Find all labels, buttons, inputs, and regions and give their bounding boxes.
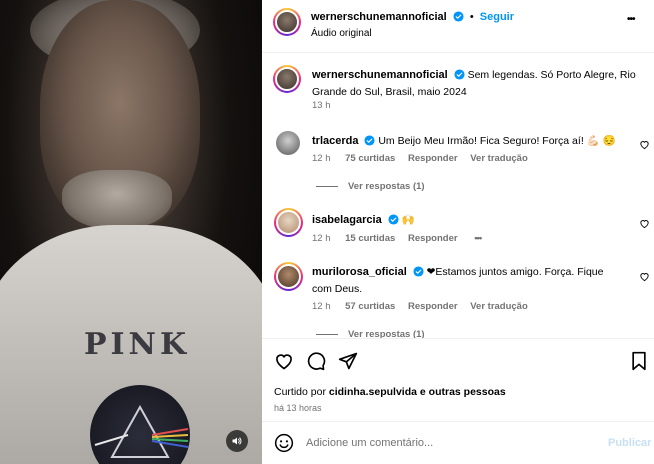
reply-button[interactable]: Responder — [408, 301, 458, 312]
caption: wernerschunemannoficial Sem legendas. Só… — [312, 68, 636, 100]
caption-username[interactable]: wernerschunemannoficial — [312, 69, 448, 81]
save-bookmark-icon[interactable] — [630, 351, 648, 374]
comment-composer: Publicar — [262, 421, 654, 464]
comment-meta: 12 h 15 curtidas Responder ••• — [312, 233, 482, 244]
post-details-panel: wernerschunemannoficial • Seguir Áudio o… — [262, 0, 654, 464]
reply-button[interactable]: Responder — [408, 153, 458, 164]
comment-likes[interactable]: 57 curtidas — [345, 301, 395, 312]
video-beard-shape — [62, 170, 172, 230]
translate-button[interactable]: Ver tradução — [470, 153, 528, 164]
comment-more-button[interactable]: ••• — [474, 233, 482, 244]
comment-username[interactable]: isabelagarcia — [312, 214, 382, 226]
caption-text-line1: Sem legendas. Só Porto Alegre, Rio — [467, 69, 636, 81]
verified-icon — [364, 135, 375, 149]
comment-avatar[interactable] — [276, 131, 300, 155]
comment-body: isabelagarcia 🙌 — [312, 213, 415, 228]
likes-summary: Curtido por cidinha.sepulvida e outras p… — [274, 386, 506, 398]
comment-meta: 12 h 57 curtidas Responder Ver tradução — [312, 301, 528, 312]
comment-avatar[interactable] — [274, 262, 303, 291]
publish-button[interactable]: Publicar — [608, 437, 651, 449]
caption-time: 13 h — [312, 100, 331, 111]
header-separator: • — [469, 11, 474, 23]
comment-input[interactable] — [306, 434, 586, 452]
like-heart-icon[interactable] — [274, 351, 294, 374]
reply-button[interactable]: Responder — [408, 233, 458, 244]
likes-user-link[interactable]: cidinha.sepulvida — [329, 386, 417, 398]
comment-like-heart-icon[interactable] — [639, 139, 650, 153]
comment-text: 🙌 — [401, 214, 415, 226]
volume-button[interactable] — [226, 430, 248, 452]
comment-username[interactable]: trlacerda — [312, 135, 358, 147]
author-avatar[interactable] — [273, 8, 301, 36]
view-replies-label: Ver respostas (1) — [348, 181, 425, 192]
verified-icon — [413, 266, 424, 282]
follow-button[interactable]: Seguir — [480, 11, 514, 23]
verified-icon — [453, 11, 464, 25]
comment-like-heart-icon[interactable] — [639, 218, 650, 232]
author-username[interactable]: wernerschunemannoficial — [311, 11, 447, 23]
post-time[interactable]: há 13 horas — [274, 403, 322, 413]
speaker-icon — [232, 437, 242, 445]
comment-likes[interactable]: 75 curtidas — [345, 153, 395, 164]
likes-others-link[interactable]: e outras pessoas — [420, 386, 506, 398]
comment-time: 12 h — [312, 153, 331, 164]
comment-body: trlacerda Um Beijo Meu Irmão! Fica Segur… — [312, 134, 616, 149]
comment-avatar[interactable] — [274, 208, 303, 237]
comment-time: 12 h — [312, 301, 331, 312]
post-video[interactable]: PINK — [0, 0, 262, 464]
translate-button[interactable]: Ver tradução — [470, 301, 528, 312]
more-options-button[interactable]: ••• — [627, 14, 635, 25]
comment-meta: 12 h 75 curtidas Responder Ver tradução — [312, 153, 528, 164]
comment-username[interactable]: murilorosa_oficial — [312, 266, 407, 278]
shirt-print-text: PINK — [83, 327, 191, 362]
comment-text-line1: ❤Estamos juntos amigo. Força. Fique — [426, 266, 604, 278]
caption-avatar[interactable] — [273, 65, 301, 93]
likes-prefix: Curtido por — [274, 386, 326, 398]
caption-text-line2: Grande do Sul, Brasil, maio 2024 — [312, 86, 467, 98]
post-header: wernerschunemannoficial • Seguir Áudio o… — [262, 0, 654, 53]
comment-like-heart-icon[interactable] — [639, 271, 650, 285]
shirt-print: PINK — [70, 325, 200, 464]
comment-likes[interactable]: 15 curtidas — [345, 233, 395, 244]
audio-label[interactable]: Áudio original — [311, 28, 372, 39]
view-replies-button[interactable]: Ver respostas (1) — [316, 181, 425, 192]
verified-icon — [454, 69, 465, 85]
prism-graphic — [90, 385, 190, 464]
comment-text-line2: com Deus. — [312, 283, 363, 295]
emoji-icon[interactable] — [274, 433, 294, 456]
comment-bubble-icon[interactable] — [306, 351, 326, 374]
verified-icon — [388, 214, 399, 228]
comment-text: Um Beijo Meu Irmão! Fica Seguro! Força a… — [378, 135, 616, 147]
share-paper-plane-icon[interactable] — [338, 351, 358, 374]
comment-time: 12 h — [312, 233, 331, 244]
comment-body: murilorosa_oficial ❤Estamos juntos amigo… — [312, 265, 603, 297]
